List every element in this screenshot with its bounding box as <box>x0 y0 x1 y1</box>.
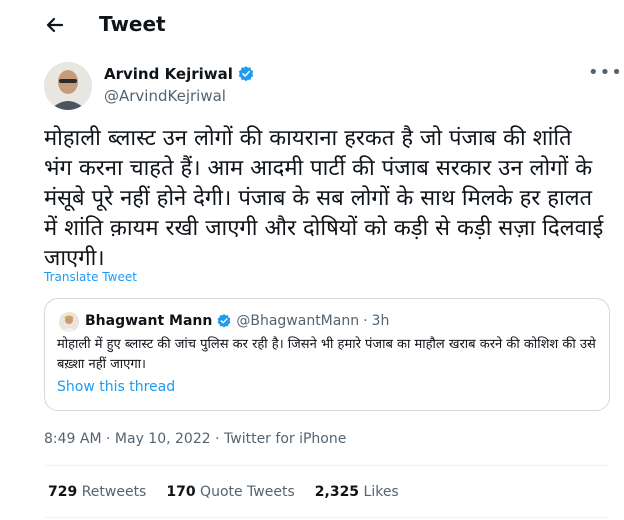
quote-author-name: Bhagwant Mann <box>85 313 213 329</box>
verified-badge-icon <box>217 314 231 328</box>
meta-separator: · <box>106 431 111 447</box>
verified-badge-icon <box>238 66 254 82</box>
author-handle[interactable]: @ArvindKejriwal <box>104 86 226 106</box>
tweet-meta: 8:49 AM · May 10, 2022 · Twitter for iPh… <box>44 429 346 449</box>
quotes-count: 170 <box>166 484 196 500</box>
divider <box>44 465 610 466</box>
quote-time: 3h <box>371 313 390 329</box>
retweets-label: Retweets <box>81 484 147 500</box>
back-arrow-icon[interactable] <box>40 10 70 40</box>
likes-stat[interactable]: 2,325 Likes <box>315 482 399 502</box>
header: Tweet <box>0 0 624 50</box>
quote-author-handle: @BhagwantMann <box>236 313 360 329</box>
more-options-icon[interactable]: ••• <box>588 64 622 86</box>
quote-avatar <box>59 312 79 332</box>
translate-tweet-link[interactable]: Translate Tweet <box>44 270 137 284</box>
tweet-text: मोहाली ब्लास्ट उन लोगों की कायराना हरकत … <box>44 126 604 271</box>
quote-text: मोहाली में हुए ब्लास्ट की जांच पुलिस कर … <box>57 337 596 372</box>
avatar[interactable] <box>44 62 92 110</box>
retweets-count: 729 <box>48 484 78 500</box>
tweet-date[interactable]: May 10, 2022 <box>115 431 211 447</box>
divider <box>44 517 610 518</box>
page-title: Tweet <box>99 12 166 36</box>
show-thread-link[interactable]: Show this thread <box>57 379 175 395</box>
quotes-stat[interactable]: 170 Quote Tweets <box>166 482 294 502</box>
author-name-text: Arvind Kejriwal <box>104 65 233 83</box>
tweet-source[interactable]: Twitter for iPhone <box>224 431 346 447</box>
quoted-tweet[interactable]: Bhagwant Mann @BhagwantMann · 3h मोहाली … <box>44 298 610 411</box>
likes-label: Likes <box>363 484 399 500</box>
tweet-time[interactable]: 8:49 AM <box>44 431 102 447</box>
likes-count: 2,325 <box>314 484 360 500</box>
tweet-stats: 729 Retweets 170 Quote Tweets 2,325 Like… <box>48 482 399 502</box>
author-name[interactable]: Arvind Kejriwal <box>104 64 255 84</box>
quote-header: Bhagwant Mann @BhagwantMann · 3h <box>85 311 389 331</box>
quotes-label: Quote Tweets <box>200 484 295 500</box>
meta-separator: · <box>215 431 220 447</box>
retweets-stat[interactable]: 729 Retweets <box>48 482 146 502</box>
quote-separator: · <box>363 313 368 329</box>
